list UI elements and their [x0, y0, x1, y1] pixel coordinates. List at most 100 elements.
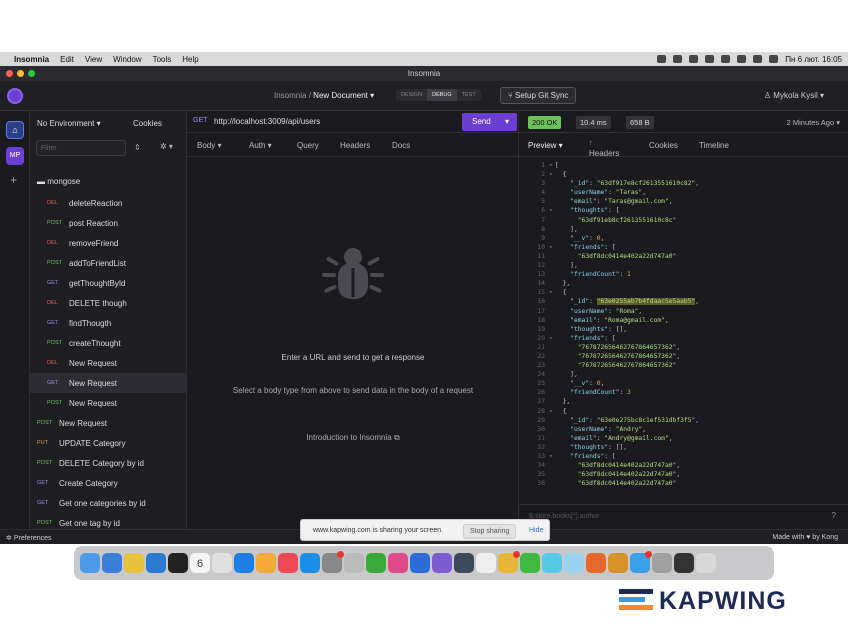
tab-cookies[interactable]: Cookies — [649, 141, 678, 150]
telegram-icon[interactable] — [630, 551, 652, 573]
request-item[interactable]: POST createThought — [30, 333, 187, 353]
tray-icon[interactable] — [689, 55, 699, 63]
request-item[interactable]: GET getThoughtById — [30, 273, 187, 293]
hide-link[interactable]: Hide — [529, 527, 543, 534]
vscode-icon[interactable] — [146, 553, 166, 573]
zoom-window-button[interactable] — [28, 70, 35, 77]
vlc-icon[interactable] — [586, 553, 606, 573]
request-item[interactable]: GET New Request — [30, 373, 187, 393]
send-dropdown-icon[interactable]: ▾ — [505, 117, 509, 126]
send-button[interactable]: Send ▾ — [462, 113, 517, 131]
minimize-window-button[interactable] — [17, 70, 24, 77]
finder-icon[interactable] — [80, 553, 100, 573]
menu-app-name[interactable]: Insomnia — [14, 55, 49, 64]
tab-timeline[interactable]: Timeline — [699, 141, 729, 150]
facetime-icon[interactable] — [520, 553, 540, 573]
calendar-icon[interactable]: 6 — [190, 553, 210, 573]
filter-input[interactable]: Filter — [36, 140, 126, 156]
search-icon[interactable] — [769, 55, 779, 63]
music-icon[interactable] — [278, 553, 298, 573]
safari-icon[interactable] — [102, 553, 122, 573]
menu-window[interactable]: Window — [113, 55, 141, 64]
chrome-icon[interactable] — [124, 553, 144, 573]
tray-icon[interactable] — [705, 55, 715, 63]
launchpad-icon[interactable] — [344, 553, 364, 573]
tab-preview[interactable]: Preview ▾ — [528, 141, 563, 150]
request-item[interactable]: POST New Request — [30, 413, 187, 433]
add-icon[interactable]: + — [10, 173, 17, 187]
request-item[interactable]: DEL New Request — [30, 353, 187, 373]
close-window-button[interactable] — [6, 70, 13, 77]
photos-app-icon[interactable] — [256, 553, 276, 573]
gear-icon[interactable]: ✲ ▾ — [160, 142, 173, 151]
utorrent-icon[interactable] — [366, 553, 386, 573]
json-preview[interactable]: 1 ▾[2 ▾ {3 "_id": "63df917e8cf2613551610c8… — [519, 161, 848, 504]
request-item[interactable]: DEL deleteReaction — [30, 193, 187, 213]
app-icon[interactable] — [564, 553, 584, 573]
app-icon[interactable] — [476, 553, 496, 573]
wifi-icon[interactable] — [753, 55, 763, 63]
url-input[interactable]: http://localhost:3009/api/users — [214, 117, 320, 126]
tab-body[interactable]: Body ▾ — [197, 141, 221, 150]
introduction-link[interactable]: Introduction to Insomnia ⧉ — [187, 433, 519, 443]
tab-headers[interactable]: Headers — [340, 141, 370, 150]
tab-docs[interactable]: Docs — [392, 141, 410, 150]
tab-query[interactable]: Query — [297, 141, 319, 150]
method-dropdown[interactable]: GET — [193, 117, 207, 124]
cookies-button[interactable]: Cookies — [133, 119, 162, 128]
system-preferences-icon[interactable] — [322, 551, 344, 573]
tray-icon[interactable] — [657, 55, 667, 63]
trash-icon[interactable] — [696, 553, 716, 573]
home-icon[interactable]: ⌂ — [6, 121, 24, 139]
request-item[interactable]: DEL DELETE though — [30, 293, 187, 313]
request-item[interactable]: POST DELETE Category by id — [30, 453, 187, 473]
insomnia-logo-icon[interactable] — [7, 88, 23, 104]
folder-mongose[interactable]: ▬ mongose — [37, 177, 80, 186]
tab-test[interactable]: TEST — [457, 89, 481, 101]
document-dropdown[interactable]: New Document ▾ — [313, 91, 374, 100]
menu-tools[interactable]: Tools — [153, 55, 172, 64]
downloads-icon[interactable] — [652, 553, 672, 573]
tab-design[interactable]: DESIGN — [396, 89, 427, 101]
tab-debug[interactable]: DEBUG — [427, 89, 457, 101]
notes-icon[interactable] — [454, 553, 474, 573]
help-icon[interactable]: ? — [832, 511, 836, 520]
tab-response-headers[interactable]: Headers 7 — [589, 141, 619, 158]
screen-icon[interactable] — [674, 553, 694, 573]
request-item[interactable]: PUT UPDATE Category — [30, 433, 187, 453]
tray-icon[interactable] — [737, 55, 747, 63]
request-item[interactable]: GET findThougth — [30, 313, 187, 333]
photos-icon[interactable] — [212, 553, 232, 573]
user-menu[interactable]: ♙ Mykola Kysil ▾ — [764, 91, 824, 100]
request-item[interactable]: POST New Request — [30, 393, 187, 413]
messages-icon[interactable] — [542, 553, 562, 573]
app-store-icon[interactable] — [300, 553, 320, 573]
breadcrumb-root[interactable]: Insomnia — [274, 91, 306, 100]
request-item[interactable]: POST addToFriendList — [30, 253, 187, 273]
request-item[interactable]: GET Create Category — [30, 473, 187, 493]
tray-icon[interactable] — [721, 55, 731, 63]
docker-icon[interactable] — [234, 553, 254, 573]
app-icon[interactable] — [410, 553, 430, 573]
environment-dropdown[interactable]: No Environment ▾ — [37, 119, 101, 128]
menu-edit[interactable]: Edit — [60, 55, 74, 64]
request-item[interactable]: GET Get one categories by id — [30, 493, 187, 513]
menu-help[interactable]: Help — [182, 55, 198, 64]
request-item[interactable]: POST post Reaction — [30, 213, 187, 233]
slack-icon[interactable] — [388, 553, 408, 573]
tray-icon[interactable] — [673, 55, 683, 63]
menu-view[interactable]: View — [85, 55, 102, 64]
workspace-badge[interactable]: MP — [6, 147, 24, 165]
viber-icon[interactable] — [432, 553, 452, 573]
tab-auth[interactable]: Auth ▾ — [249, 141, 272, 150]
stop-sharing-button[interactable]: Stop sharing — [463, 524, 517, 539]
setup-git-sync-button[interactable]: ⑂ Setup Git Sync — [500, 87, 577, 104]
app-icon[interactable] — [608, 553, 628, 573]
sort-icon[interactable]: ⇕ — [134, 143, 141, 152]
app-icon[interactable] — [498, 551, 520, 573]
clock[interactable]: Пн 6 лют. 16:05 — [785, 55, 842, 64]
terminal-icon[interactable] — [168, 553, 188, 573]
preferences-button[interactable]: ✲ Preferences — [6, 534, 52, 542]
history-dropdown[interactable]: 2 Minutes Ago ▾ — [787, 118, 840, 127]
request-item[interactable]: DEL removeFriend — [30, 233, 187, 253]
